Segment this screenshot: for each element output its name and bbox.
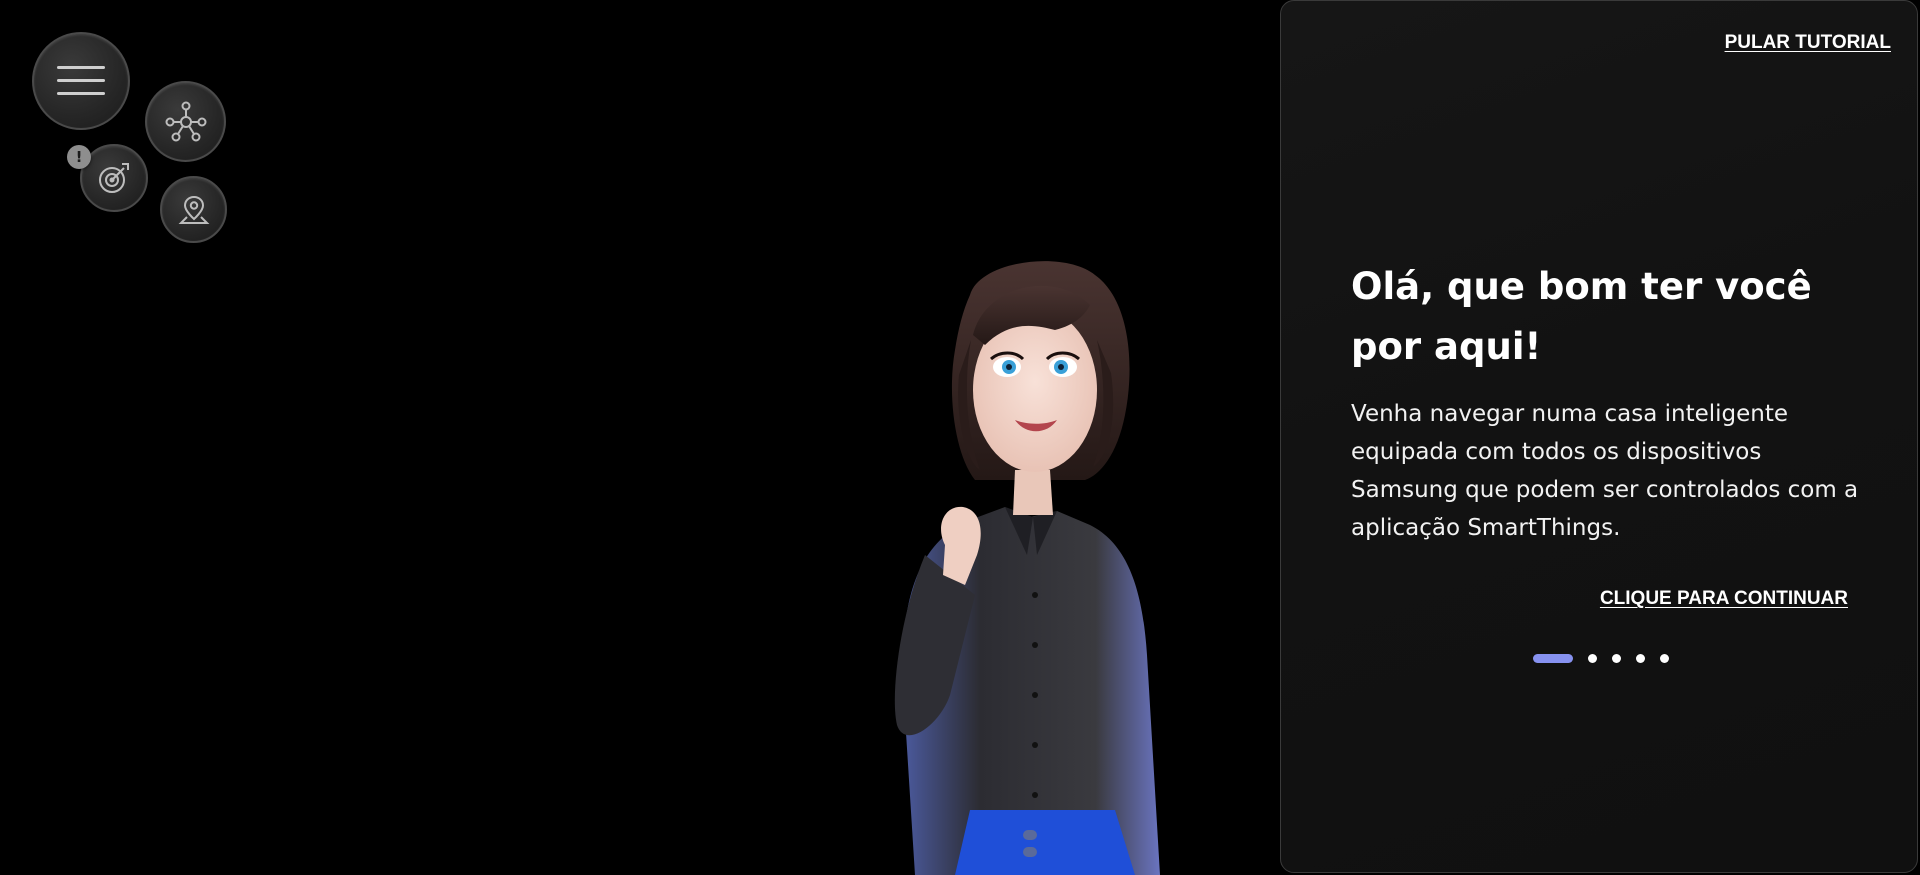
location-button[interactable] [160, 176, 227, 243]
pagination-dot[interactable] [1660, 653, 1669, 663]
pagination-dots [1533, 653, 1669, 663]
pagination-dot-active[interactable] [1533, 653, 1573, 663]
network-nodes-icon [165, 101, 206, 141]
pagination-dot[interactable] [1636, 653, 1645, 663]
skip-tutorial-link[interactable]: PULAR TUTORIAL [1725, 32, 1891, 54]
pagination-dot[interactable] [1612, 653, 1621, 663]
map-pin-icon [178, 195, 209, 224]
pagination-dot[interactable] [1588, 653, 1597, 663]
continue-link[interactable]: CLIQUE PARA CONTINUAR [1600, 588, 1848, 610]
hamburger-icon [57, 66, 105, 95]
alert-badge: ! [67, 145, 91, 169]
target-icon [99, 163, 129, 193]
menu-button[interactable] [32, 32, 130, 130]
panel-description: Venha navegar numa casa inteligente equi… [1351, 401, 1859, 541]
avatar-character [894, 261, 1160, 875]
network-button[interactable] [145, 81, 226, 162]
tutorial-panel: PULAR TUTORIAL Olá, que bom ter você por… [1280, 0, 1918, 873]
tutorial-screen: ! PULAR TUTORIAL Olá, que bom ter você p… [0, 0, 1920, 875]
panel-title: Olá, que bom ter você por aqui! [1351, 265, 1812, 368]
